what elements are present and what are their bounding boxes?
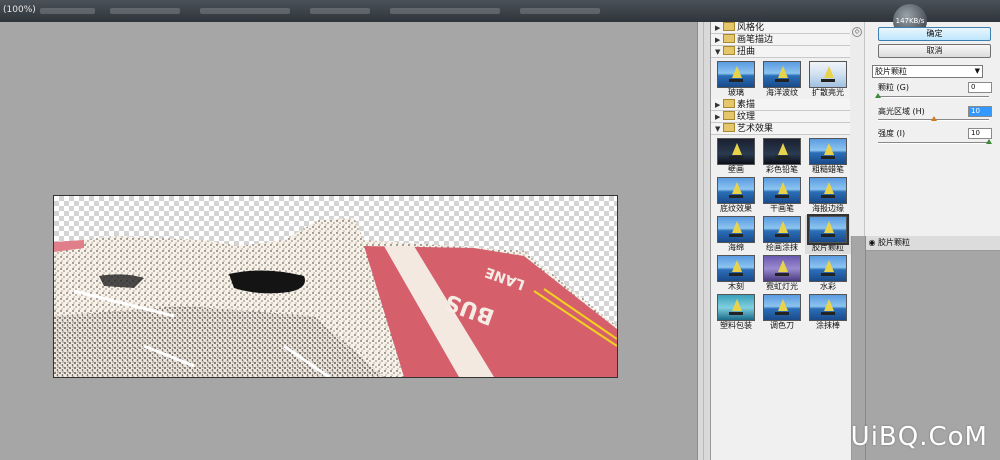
grain-label: 颗粒 (G) — [878, 83, 909, 92]
highlight-label: 高光区域 (H) — [878, 107, 925, 116]
folder-icon — [723, 99, 735, 108]
eye-icon[interactable]: ◉ — [866, 236, 878, 250]
filter-thumb-sponge[interactable]: 海绵 — [713, 215, 759, 254]
intensity-label: 强度 (I) — [878, 129, 906, 138]
window-titlebar: (100%) — [0, 0, 1000, 22]
filtered-image: BUS LANE — [54, 218, 617, 377]
filter-thumb-glass[interactable]: 玻璃 — [713, 60, 759, 99]
filter-thumb-smudge-paint[interactable]: 绘画涂抹 — [759, 215, 805, 254]
watermark-logo: UiBQ.CoM — [850, 422, 988, 452]
category-brush-strokes[interactable]: ▶ 画笔描边 — [711, 34, 851, 46]
collapse-arrow-icon[interactable]: ▼ — [715, 47, 723, 58]
filter-thumb-paint-daubs[interactable]: 涂抹棒 — [805, 293, 851, 332]
blurred-title-segment — [390, 8, 500, 14]
expand-arrow-icon[interactable]: ▶ — [715, 100, 723, 111]
filter-thumb-underpainting[interactable]: 底纹效果 — [713, 176, 759, 215]
blurred-title-segment — [110, 8, 180, 14]
collapse-arrow-icon[interactable]: ▼ — [715, 124, 723, 135]
blurred-title-segment — [310, 8, 370, 14]
blurred-title-segment — [200, 8, 290, 14]
category-stylize[interactable]: ▶ 风格化 — [711, 22, 851, 34]
filter-thumb-ocean-ripple[interactable]: 海洋波纹 — [759, 60, 805, 99]
expand-arrow-icon[interactable]: ▶ — [715, 23, 723, 34]
folder-open-icon — [723, 46, 735, 55]
grain-input[interactable]: 0 — [968, 82, 992, 93]
collapse-gallery-icon[interactable]: ◇ — [852, 27, 862, 37]
filter-thumb-cutout[interactable]: 木刻 — [713, 254, 759, 293]
expand-arrow-icon[interactable]: ▶ — [715, 112, 723, 123]
category-texture[interactable]: ▶ 纹理 — [711, 111, 851, 123]
intensity-slider-knob[interactable] — [986, 139, 992, 144]
filter-thumb-watercolor[interactable]: 水彩 — [805, 254, 851, 293]
effect-layer-row[interactable]: ◉ 胶片颗粒 — [866, 236, 1000, 251]
category-sketch[interactable]: ▶ 素描 — [711, 99, 851, 111]
panel-divider[interactable] — [697, 22, 710, 460]
filter-thumb-film-grain[interactable]: 胶片颗粒 — [805, 214, 851, 254]
filter-gallery[interactable]: ▶ 风格化 ▶ 画笔描边 ▼ 扭曲 玻璃 海洋波纹 扩散亮光 ▶ 素描 ▶ 纹理 ▼ 艺术效… — [710, 22, 852, 460]
window-title: (100%) — [3, 5, 36, 15]
blurred-title-segment — [40, 8, 95, 14]
filter-thumb-dry-brush[interactable]: 干画笔 — [759, 176, 805, 215]
folder-icon — [723, 22, 735, 31]
cancel-button[interactable]: 取消 — [878, 44, 991, 58]
folder-icon — [723, 111, 735, 120]
highlight-slider[interactable] — [878, 116, 989, 121]
artistic-thumbnails: 壁画 彩色铅笔 粗糙蜡笔 底纹效果 干画笔 海报边缘 海绵 绘画涂抹 胶片颗粒 … — [711, 135, 851, 332]
filter-thumb-palette-knife[interactable]: 调色刀 — [759, 293, 805, 332]
folder-open-icon — [723, 123, 735, 132]
filter-thumb-diffuse-glow[interactable]: 扩散亮光 — [805, 60, 851, 99]
grain-slider-knob[interactable] — [875, 93, 881, 98]
blurred-title-segment — [520, 8, 600, 14]
intensity-input[interactable]: 10 — [968, 128, 992, 139]
grain-slider[interactable] — [875, 93, 989, 98]
filter-select[interactable]: 胶片颗粒 ▼ — [872, 65, 983, 78]
filter-thumb-poster-edges[interactable]: 海报边缘 — [805, 176, 851, 215]
highlight-input[interactable]: 10 — [968, 106, 992, 117]
folder-icon — [723, 34, 735, 43]
filter-thumb-neon-glow[interactable]: 霓虹灯光 — [759, 254, 805, 293]
expand-arrow-icon[interactable]: ▶ — [715, 35, 723, 46]
filter-thumb-plastic-wrap[interactable]: 塑料包装 — [713, 293, 759, 332]
filter-thumb-rough-pastels[interactable]: 粗糙蜡笔 — [805, 137, 851, 176]
intensity-slider[interactable] — [878, 139, 992, 144]
chevron-down-icon: ▼ — [974, 67, 980, 75]
filter-thumb-colored-pencil[interactable]: 彩色铅笔 — [759, 137, 805, 176]
category-artistic[interactable]: ▼ 艺术效果 — [711, 123, 851, 135]
ok-button[interactable]: 确定 — [878, 27, 991, 41]
category-distort[interactable]: ▼ 扭曲 — [711, 46, 851, 58]
filter-thumb-fresco[interactable]: 壁画 — [713, 137, 759, 176]
highlight-slider-knob[interactable] — [930, 116, 937, 121]
preview-canvas[interactable]: BUS LANE — [53, 195, 618, 378]
distort-thumbnails: 玻璃 海洋波纹 扩散亮光 — [711, 58, 851, 99]
collapse-strip[interactable]: ◇ — [850, 22, 865, 236]
